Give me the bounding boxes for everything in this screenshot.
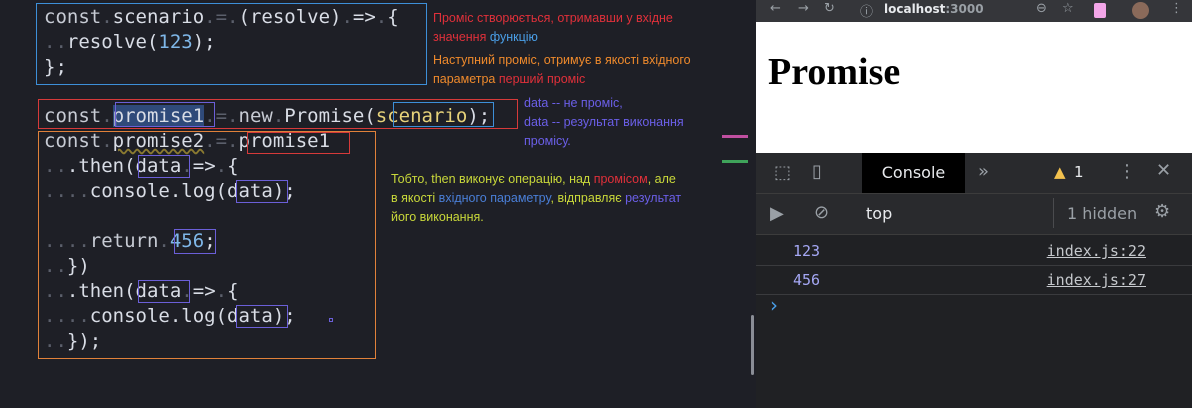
console-toolbar: ▶ ⊘ top 1 hidden ⚙ [756,194,1192,235]
clear-console-icon[interactable]: ⊘ [814,202,829,223]
marker-dot [329,318,333,322]
console-output: 123 index.js:22 456 index.js:27 › [756,235,1192,408]
inspect-icon[interactable]: ⬚ [774,162,791,183]
minimap-marker [722,160,748,163]
annotation-text: data -- не проміс, [524,96,623,110]
console-prompt[interactable]: › [770,293,778,317]
log-value: 456 [793,271,821,289]
url-port: :3000 [945,2,984,16]
forward-icon[interactable]: → [798,1,809,16]
annotation-text: , але [647,172,676,186]
address-bar[interactable]: ← → ↻ ⓘ localhost:3000 ⊖ ☆ ⋮ [756,0,1192,22]
browser-window: ← → ↻ ⓘ localhost:3000 ⊖ ☆ ⋮ Promise ⬚ ▯… [756,0,1192,408]
warning-icon[interactable]: ▲ [1054,163,1066,181]
annotation-text: Проміс створюється, отримавши у вхідне [433,11,673,25]
annotation-text: Тобто, then виконує операцію, над [391,172,594,186]
annotation-highlight: промісом [593,172,648,186]
url-host: localhost [884,2,946,16]
star-icon[interactable]: ☆ [1062,1,1074,16]
highlight-scenario-arg [393,102,494,127]
log-source-link[interactable]: index.js:27 [1047,271,1146,289]
highlight-data-arg-1 [236,180,288,203]
annotation-highlight: перший проміс [498,72,586,86]
zoom-icon[interactable]: ⊖ [1036,1,1047,16]
annotation-text: в якості [391,191,439,205]
annotation-data: data -- не проміс, data -- результат вик… [524,94,684,151]
tab-console[interactable]: Console [862,153,965,193]
highlight-scenario-block [36,3,427,85]
divider [1053,198,1054,228]
annotation-highlight: вхідного параметру [438,191,551,205]
annotation-text: Наступний проміс, отримує в якості вхідн… [433,53,691,67]
close-icon[interactable]: ✕ [1156,160,1171,181]
context-selector[interactable]: top [866,204,892,223]
avatar[interactable] [1132,2,1149,19]
device-toggle-icon[interactable]: ▯ [812,161,822,182]
annotation-text: значення [433,30,490,44]
highlight-data-arg-2 [236,305,288,328]
code-editor[interactable]: const.scenario.=.(resolve).=>.{ ..resolv… [0,0,754,408]
settings-menu-icon[interactable]: ⋮ [1118,161,1136,182]
annotation-scenario: Проміс створюється, отримавши у вхідне з… [433,9,673,47]
highlight-promise1-name [115,102,215,127]
highlight-promise1-ref [247,132,350,154]
devtools-tabbar: ⬚ ▯ Console » ▲ 1 ⋮ ✕ [756,153,1192,194]
extension-icon[interactable] [1094,3,1106,18]
annotation-text: data -- результат виконання [524,115,684,129]
console-log-row: 456 index.js:27 [756,266,1192,295]
highlight-return-value [174,229,216,254]
annotation-text: , відправляє [550,191,626,205]
info-icon[interactable]: ⓘ [860,1,873,20]
annotation-text: параметра [433,72,499,86]
page-heading: Promise [768,51,901,93]
log-source-link[interactable]: index.js:22 [1047,242,1146,260]
web-page: Promise [756,22,1192,153]
highlight-data-param-2 [138,280,190,303]
menu-icon[interactable]: ⋮ [1170,1,1183,16]
hidden-count[interactable]: 1 hidden [1067,204,1137,223]
annotation-text: промісу. [524,134,571,148]
log-value: 123 [793,242,821,260]
annotation-text: його виконання. [391,210,484,224]
editor-scrollbar[interactable] [751,315,754,375]
annotation-highlight: функцію [489,30,538,44]
sidebar-toggle-icon[interactable]: ▶ [770,203,784,224]
warning-count[interactable]: 1 [1074,163,1084,181]
console-log-row: 123 index.js:22 [756,237,1192,266]
url-text[interactable]: localhost:3000 [884,2,984,16]
minimap-marker [722,135,748,138]
reload-icon[interactable]: ↻ [824,1,835,16]
more-tabs-icon[interactable]: » [978,161,989,182]
gear-icon[interactable]: ⚙ [1154,201,1170,222]
annotation-highlight: результат [625,191,682,205]
back-icon[interactable]: ← [770,1,781,16]
highlight-data-param-1 [138,155,190,178]
annotation-then: Тобто, then виконує операцію, над проміс… [391,170,681,227]
annotation-promise2: Наступний проміс, отримує в якості вхідн… [433,51,691,89]
